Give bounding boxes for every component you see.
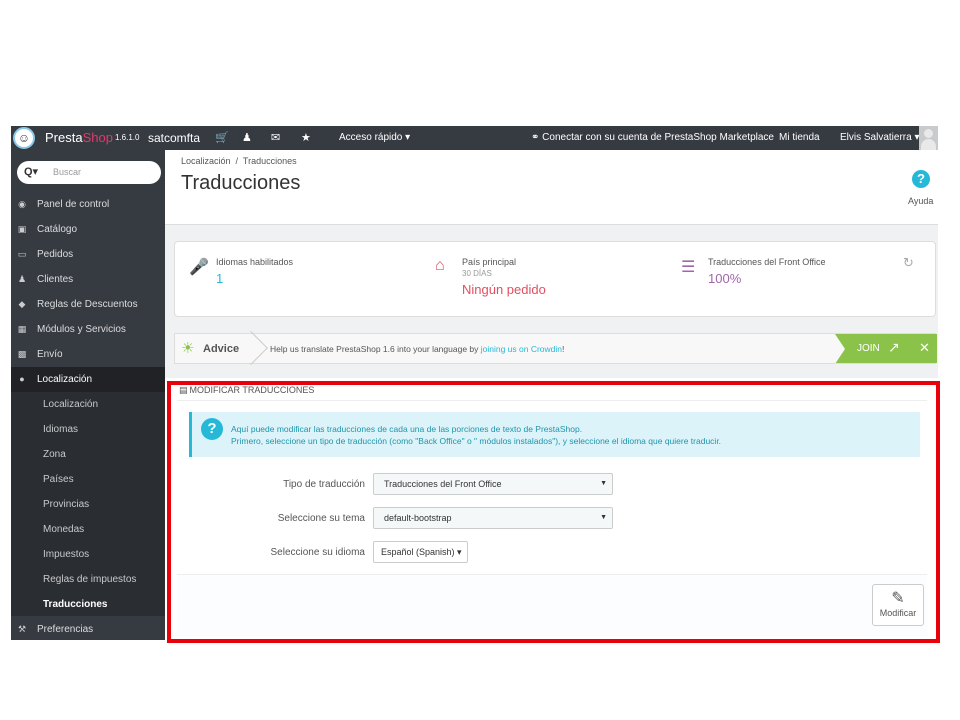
kpi-value: 100% bbox=[708, 271, 742, 286]
sidebar-item-discounts[interactable]: ◆ Reglas de Descuentos bbox=[11, 292, 165, 317]
credit-card-icon: ▭ bbox=[17, 249, 27, 259]
version-label: 1.6.1.0 bbox=[115, 133, 140, 142]
logo-text[interactable]: PrestaShop bbox=[45, 126, 113, 150]
sidebar-item-catalog[interactable]: ▣ Catálogo bbox=[11, 217, 165, 242]
submenu-item-localization[interactable]: Localización bbox=[43, 392, 98, 417]
tag-icon: ◆ bbox=[18, 299, 26, 309]
caret-down-icon: ▼ bbox=[600, 480, 607, 487]
translation-type-label: Tipo de traducción bbox=[283, 479, 365, 490]
edit-icon: ✎ bbox=[891, 590, 905, 607]
advice-text: Help us translate PrestaShop 1.6 into yo… bbox=[270, 344, 565, 354]
lightbulb-icon: ☀ bbox=[181, 340, 195, 357]
breadcrumb-separator: / bbox=[235, 156, 239, 166]
info-text: Aquí puede modificar las traducciones de… bbox=[231, 424, 722, 446]
kpi-label: País principal bbox=[462, 257, 517, 267]
trophy-icon[interactable]: ★ bbox=[301, 126, 311, 150]
list-icon: ☰ bbox=[681, 259, 696, 276]
modify-label: Modificar bbox=[879, 608, 917, 618]
info-alert: ? Aquí puede modificar las traducciones … bbox=[189, 412, 920, 457]
advice-label: Advice bbox=[203, 343, 240, 355]
advice-bar: ☀ Advice Help us translate PrestaShop 1.… bbox=[174, 331, 937, 365]
help-icon[interactable]: ? bbox=[912, 170, 930, 188]
close-icon[interactable]: ✕ bbox=[919, 340, 930, 356]
avatar[interactable] bbox=[919, 126, 938, 150]
microphone-icon: 🎤 bbox=[189, 259, 209, 276]
kpi-label: Traducciones del Front Office bbox=[708, 257, 826, 267]
panel-heading: ▤ MODIFICAR TRADUCCIONES bbox=[179, 385, 315, 395]
sidebar-item-customers[interactable]: ♟ Clientes bbox=[11, 267, 165, 292]
kpi-label: Idiomas habilitados bbox=[216, 257, 294, 267]
file-icon: ▤ bbox=[179, 385, 188, 395]
help-label[interactable]: Ayuda bbox=[908, 196, 933, 206]
advice-divider bbox=[234, 331, 268, 365]
divider bbox=[177, 400, 927, 401]
cart-icon[interactable]: 🛒 bbox=[215, 126, 229, 150]
join-button[interactable]: JOIN ↗ ✕ bbox=[835, 334, 937, 364]
caret-down-icon: ▼ bbox=[600, 514, 607, 521]
quick-access-dropdown[interactable]: Acceso rápido ▾ bbox=[339, 126, 410, 150]
globe-icon: ● bbox=[19, 374, 25, 384]
crowdin-link[interactable]: joining us on Crowdin bbox=[481, 344, 562, 354]
wrench-icon: ⚒ bbox=[17, 624, 27, 634]
submenu-item-states[interactable]: Provincias bbox=[43, 492, 89, 517]
translation-type-select[interactable]: Traducciones del Front Office ▼ bbox=[373, 473, 613, 495]
external-link-icon: ↗ bbox=[888, 339, 900, 355]
search-box[interactable]: Q▾ Buscar bbox=[17, 161, 161, 184]
submenu-item-taxes[interactable]: Impuestos bbox=[43, 542, 89, 567]
page-title: Traducciones bbox=[181, 172, 301, 194]
sidebar-item-orders[interactable]: ▭ Pedidos bbox=[11, 242, 165, 267]
submenu-item-countries[interactable]: Países bbox=[43, 467, 74, 492]
join-label: JOIN bbox=[857, 343, 880, 354]
submenu-item-translations[interactable]: Traducciones bbox=[43, 592, 107, 617]
language-dropdown[interactable]: Español (Spanish) ▾ bbox=[373, 541, 468, 563]
dashboard-icon: ◉ bbox=[18, 199, 26, 209]
sidebar-item-dashboard[interactable]: ◉ Panel de control bbox=[11, 192, 165, 217]
top-navbar: ☺ PrestaShop 1.6.1.0 satcomfta 🛒 ♟ ✉ ★ A… bbox=[11, 126, 938, 150]
submenu-item-tax-rules[interactable]: Reglas de impuestos bbox=[43, 567, 136, 592]
kpi-sublabel: 30 DÍAS bbox=[462, 269, 492, 278]
kpi-row: 🎤 Idiomas habilitados 1 ⌂ País principal… bbox=[174, 241, 936, 317]
localization-submenu: Localización Idiomas Zona Países Provinc… bbox=[11, 392, 165, 616]
breadcrumb-current: Traducciones bbox=[242, 156, 297, 166]
marketplace-connect-link[interactable]: ⚭ Conectar con su cuenta de PrestaShop M… bbox=[531, 126, 774, 150]
main-content: Localización / Traducciones Traducciones… bbox=[165, 150, 938, 640]
language-label: Seleccione su idioma bbox=[270, 547, 366, 558]
submenu-item-languages[interactable]: Idiomas bbox=[43, 417, 78, 442]
breadcrumb-parent[interactable]: Localización bbox=[181, 156, 231, 166]
link-icon: ⚭ bbox=[531, 132, 540, 143]
modify-translations-panel: ▤ MODIFICAR TRADUCCIONES ? Aquí puede mod… bbox=[165, 378, 938, 640]
page-header: Localización / Traducciones Traducciones… bbox=[165, 150, 938, 225]
question-icon: ? bbox=[201, 418, 223, 440]
users-icon: ♟ bbox=[17, 274, 27, 284]
submenu-item-currencies[interactable]: Monedas bbox=[43, 517, 84, 542]
kpi-value: 1 bbox=[216, 271, 224, 286]
search-input[interactable]: Buscar bbox=[53, 167, 81, 177]
user-icon[interactable]: ♟ bbox=[242, 126, 252, 150]
join-notch bbox=[835, 334, 845, 364]
theme-select[interactable]: default-bootstrap ▼ bbox=[373, 507, 613, 529]
submenu-item-zones[interactable]: Zona bbox=[43, 442, 66, 467]
puzzle-icon: ▦ bbox=[17, 324, 27, 334]
panel-footer: ✎ Modificar bbox=[177, 574, 927, 636]
store-name[interactable]: satcomfta bbox=[148, 126, 200, 150]
kpi-value: Ningún pedido bbox=[462, 282, 546, 297]
prestashop-logo-icon[interactable]: ☺ bbox=[13, 127, 35, 149]
envelope-icon[interactable]: ✉ bbox=[271, 126, 280, 150]
prestashop-admin-window: ☺ PrestaShop 1.6.1.0 satcomfta 🛒 ♟ ✉ ★ A… bbox=[11, 126, 938, 640]
modify-button[interactable]: ✎ Modificar bbox=[872, 584, 924, 626]
sidebar-item-modules[interactable]: ▦ Módulos y Servicios bbox=[11, 317, 165, 342]
book-icon: ▣ bbox=[17, 224, 27, 234]
my-store-link[interactable]: Mi tienda bbox=[779, 126, 820, 150]
refresh-icon[interactable]: ↻ bbox=[903, 255, 914, 271]
sidebar: Q▾ Buscar ◉ Panel de control ▣ Catálogo ▭ P… bbox=[11, 150, 165, 640]
truck-icon: ▩ bbox=[17, 349, 27, 359]
user-menu[interactable]: Elvis Salvatierra ▾ bbox=[840, 126, 920, 150]
breadcrumb: Localización / Traducciones bbox=[181, 156, 297, 166]
sidebar-item-localization[interactable]: ● Localización bbox=[11, 367, 165, 392]
search-icon[interactable]: Q▾ bbox=[24, 165, 38, 178]
sidebar-item-preferences[interactable]: ⚒ Preferencias bbox=[11, 617, 165, 640]
theme-label: Seleccione su tema bbox=[277, 513, 365, 524]
sidebar-item-shipping[interactable]: ▩ Envío bbox=[11, 342, 165, 367]
home-icon: ⌂ bbox=[435, 257, 445, 274]
